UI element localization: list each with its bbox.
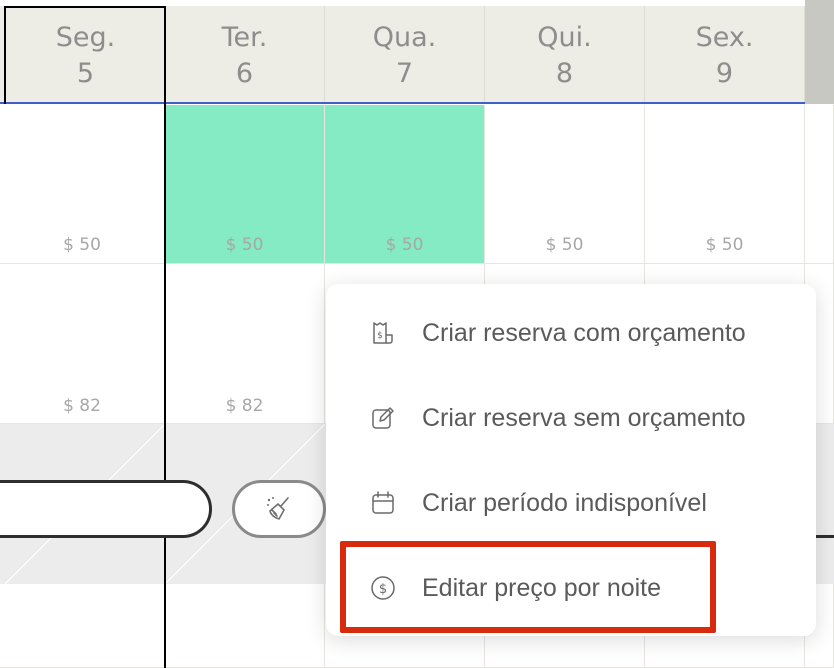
calendar-cell[interactable]: $ 82 <box>165 264 325 424</box>
calendar-cell[interactable] <box>165 584 325 668</box>
menu-item-label: Criar reserva com orçamento <box>422 318 746 347</box>
svg-text:$: $ <box>379 582 387 597</box>
calendar-icon <box>368 488 398 518</box>
price-label: $ 82 <box>63 396 101 416</box>
menu-item-edit-nightly-price[interactable]: $ Editar preço por noite <box>326 558 816 618</box>
calendar-cell[interactable]: $ 50 <box>485 105 645 264</box>
menu-item-label: Criar período indisponível <box>422 488 707 517</box>
column-border <box>4 6 6 104</box>
svg-text:$: $ <box>377 331 383 341</box>
weekday-label: Qui. <box>537 22 592 53</box>
calendar-cell[interactable]: $ 50 <box>0 105 165 264</box>
menu-item-label: Criar reserva sem orçamento <box>422 403 746 432</box>
receipt-dollar-icon: $ <box>368 318 398 348</box>
calendar-cell[interactable] <box>805 105 834 264</box>
day-header-tue[interactable]: Ter. 6 <box>165 6 325 102</box>
dollar-circle-icon: $ <box>368 573 398 603</box>
calendar-cell-selected[interactable]: $ 50 <box>165 105 325 264</box>
weekday-label: Ter. <box>221 22 268 53</box>
broom-icon <box>267 497 289 520</box>
price-label: $ 50 <box>225 235 264 255</box>
weekday-label: Sex. <box>695 22 754 53</box>
date-label: 5 <box>76 58 95 89</box>
day-header-wed[interactable]: Qua. 7 <box>325 6 485 102</box>
date-label: 6 <box>235 58 254 89</box>
column-border <box>164 6 166 668</box>
clean-button[interactable] <box>232 480 326 538</box>
edit-icon <box>368 403 398 433</box>
date-label: 7 <box>395 58 414 89</box>
day-header-fri[interactable]: Sex. 9 <box>645 6 805 102</box>
weekday-label: Seg. <box>55 22 116 53</box>
price-label: $ 82 <box>225 396 264 416</box>
calendar-cell[interactable]: $ 82 <box>0 264 165 424</box>
menu-item-create-with-quote[interactable]: $ Criar reserva com orçamento <box>326 303 816 363</box>
column-border <box>4 6 166 8</box>
date-label: 9 <box>715 58 734 89</box>
calendar-header: Seg. 5 Ter. 6 Qua. 7 Qui. 8 Sex. 9 <box>0 0 834 104</box>
menu-item-create-unavailable[interactable]: Criar período indisponível <box>326 473 816 533</box>
day-header-thu[interactable]: Qui. 8 <box>485 6 645 102</box>
menu-item-create-without-quote[interactable]: Criar reserva sem orçamento <box>326 388 816 448</box>
name-input[interactable] <box>0 480 212 538</box>
menu-item-label: Editar preço por noite <box>422 573 662 602</box>
price-label: $ 50 <box>705 235 744 255</box>
weekday-label: Qua. <box>372 22 437 53</box>
calendar-cell[interactable] <box>0 584 165 668</box>
price-label: $ 50 <box>545 235 584 255</box>
date-label: 8 <box>555 58 574 89</box>
day-header-mon[interactable]: Seg. 5 <box>6 6 166 102</box>
calendar-cell[interactable]: $ 50 <box>645 105 805 264</box>
right-edge-rule <box>816 535 834 538</box>
price-label: $ 50 <box>63 235 101 255</box>
price-label: $ 50 <box>385 235 424 255</box>
header-gutter <box>805 0 834 104</box>
context-menu: $ Criar reserva com orçamento Criar rese… <box>326 284 816 636</box>
calendar-cell-selected[interactable]: $ 50 <box>325 105 485 264</box>
